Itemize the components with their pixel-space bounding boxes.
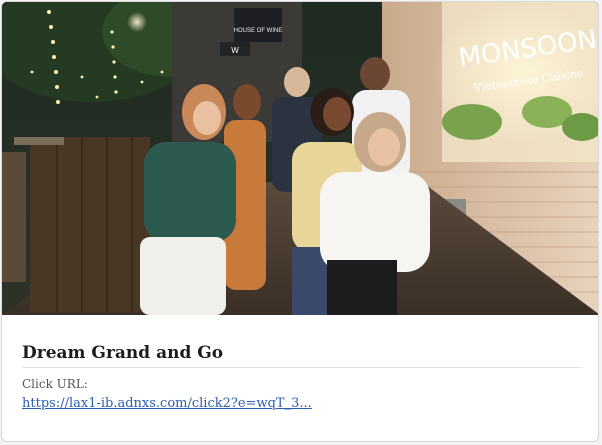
click-url-link[interactable]: https://lax1-ib.adnxs.com/click2?e=wqT_3… bbox=[22, 395, 312, 412]
ad-title[interactable]: Dream Grand and Go bbox=[22, 315, 582, 364]
shop-sign-text: HOUSE OF WINE bbox=[234, 28, 283, 34]
card-body: Dream Grand and Go Click URL: https://la… bbox=[22, 315, 582, 412]
shop-sign-w: W bbox=[231, 46, 239, 55]
hero-image[interactable]: HOUSE OF WINE W MONSOON Vietnamese Cuisi… bbox=[2, 2, 598, 315]
ad-card[interactable]: HOUSE OF WINE W MONSOON Vietnamese Cuisi… bbox=[1, 1, 599, 442]
click-url-label: Click URL: bbox=[22, 377, 88, 391]
divider bbox=[22, 367, 582, 368]
